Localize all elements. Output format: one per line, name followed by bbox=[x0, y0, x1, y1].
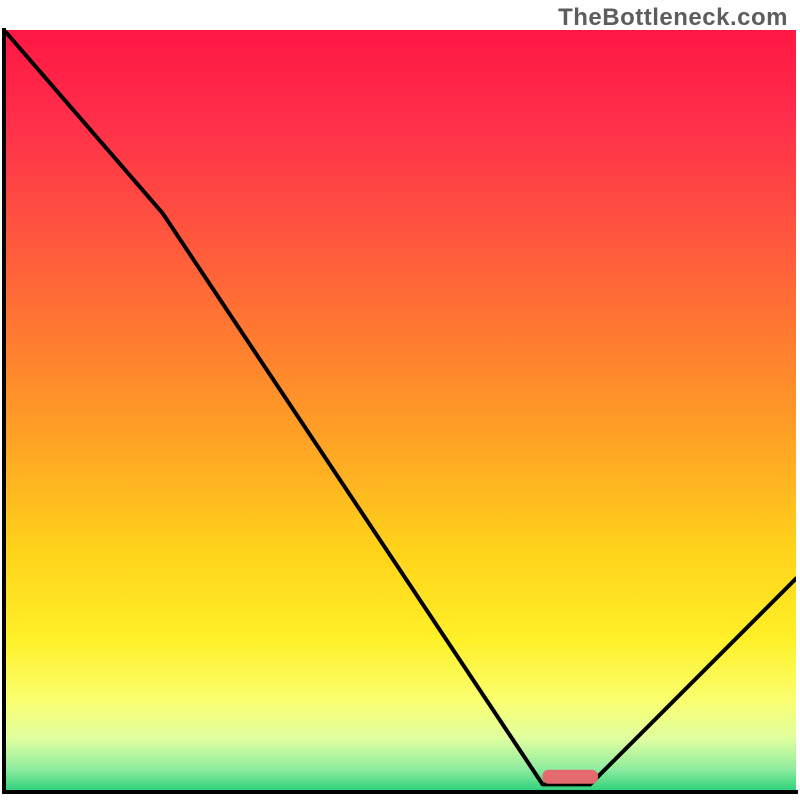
watermark-text: TheBottleneck.com bbox=[558, 4, 788, 32]
optimal-marker bbox=[543, 770, 598, 784]
bottleneck-chart bbox=[0, 0, 800, 800]
gradient-background bbox=[4, 30, 796, 792]
chart-container: TheBottleneck.com bbox=[0, 0, 800, 800]
